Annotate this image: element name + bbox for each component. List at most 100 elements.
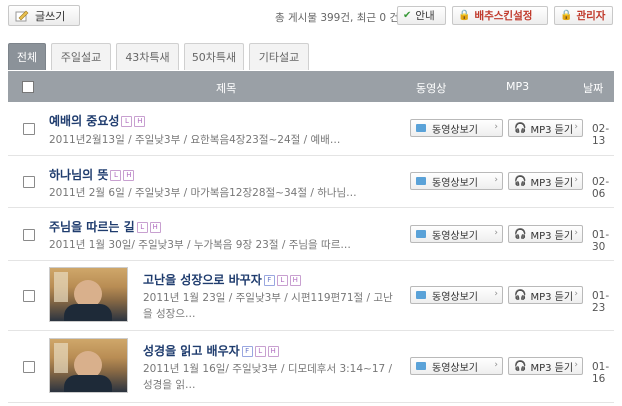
listen-mp3-button[interactable]: 🎧 MP3 듣기 ›	[508, 225, 583, 243]
listen-mp3-label: MP3 듣기	[530, 177, 574, 189]
post-title-link[interactable]: 주님을 따르는 길LH	[49, 218, 161, 235]
post-title-link[interactable]: 고난을 성장으로 바꾸자 F L H	[143, 271, 301, 288]
post-meta: 2011년 2월 6일 / 주일낮3부 / 마가복음12장28절~34절 / 하…	[49, 187, 357, 199]
column-mp3: MP3	[506, 80, 530, 93]
tab-label: 43차특새	[125, 51, 170, 64]
post-meta: 2011년 1월 30일/ 주일낮3부 / 누가복음 9장 23절 / 주님을 …	[49, 239, 351, 251]
admin-button-label: 관리자	[576, 10, 606, 22]
row-checkbox[interactable]	[23, 290, 35, 302]
headphones-icon: 🎧	[514, 289, 527, 301]
post-meta: 2011년2월13일 / 주일낮3부 / 요한복음4장23절~24절 / 예배…	[49, 134, 341, 146]
write-button[interactable]: 글쓰기	[8, 5, 80, 26]
chevron-right-icon: ›	[494, 228, 498, 238]
row-checkbox[interactable]	[23, 361, 35, 373]
tab-all[interactable]: 전체	[8, 43, 46, 70]
post-title: 예배의 중요성	[49, 114, 120, 128]
table-row: 고난을 성장으로 바꾸자 F L H 2011년 1월 23일 / 주일낮3부 / 시…	[8, 261, 614, 331]
post-title-link[interactable]: 하나님의 뜻LH	[49, 166, 135, 183]
tab-label: 주일설교	[60, 51, 102, 64]
post-title-link[interactable]: 성경을 읽고 배우자 F L H	[143, 342, 279, 359]
watch-video-button[interactable]: 동영상보기 ›	[410, 225, 503, 243]
skin-settings-button[interactable]: 🔒 배추스킨설정	[452, 6, 548, 25]
watch-video-button[interactable]: 동영상보기 ›	[410, 172, 503, 190]
headphones-icon: 🎧	[514, 122, 527, 134]
listen-mp3-button[interactable]: 🎧 MP3 듣기 ›	[508, 357, 583, 375]
chevron-right-icon: ›	[494, 360, 498, 370]
watch-video-label: 동영상보기	[432, 291, 478, 303]
table-row: 예배의 중요성 L H 2011년2월13일 / 주일낮3부 / 요한복음4장23절…	[8, 102, 614, 156]
write-button-label: 글쓰기	[35, 9, 66, 23]
badge-f: F	[241, 346, 253, 357]
row-checkbox[interactable]	[23, 123, 35, 135]
chevron-right-icon: ›	[574, 289, 578, 299]
row-checkbox[interactable]	[23, 229, 35, 241]
tab-43rd-special[interactable]: 43차특새	[116, 43, 179, 70]
tab-label: 기타설교	[258, 51, 300, 64]
post-meta-line: 2011년 1월 16일/ 주일낮3부 / 디모데후서 3:14~17 /	[143, 363, 393, 375]
column-video: 동영상	[416, 82, 447, 95]
headphones-icon: 🎧	[514, 175, 527, 187]
tab-sunday-sermon[interactable]: 주일설교	[51, 43, 111, 70]
select-all-checkbox[interactable]	[22, 81, 34, 93]
tv-icon	[416, 230, 426, 238]
tab-label: 50차특새	[191, 51, 237, 64]
badge-h: H	[134, 116, 146, 127]
sermon-thumbnail[interactable]	[49, 267, 128, 322]
toolbar: 글쓰기 총 게시물 399건, 최근 0 건 ✔ 안내 🔒 배추스킨설정 🔒 관…	[0, 0, 622, 32]
post-title-link[interactable]: 예배의 중요성 L H	[49, 112, 146, 129]
post-title: 성경을 읽고 배우자	[143, 344, 240, 358]
badge-l: L	[110, 170, 122, 181]
tab-50th-special[interactable]: 50차특새	[184, 43, 244, 70]
pencil-icon	[15, 10, 29, 22]
badge-h: H	[289, 275, 301, 286]
skin-settings-label: 배추스킨설정	[474, 10, 533, 22]
watch-video-button[interactable]: 동영상보기 ›	[410, 286, 503, 304]
listen-mp3-button[interactable]: 🎧 MP3 듣기 ›	[508, 119, 583, 137]
chevron-right-icon: ›	[574, 228, 578, 238]
row-checkbox[interactable]	[23, 176, 35, 188]
category-tabs: 전체 주일설교 43차특새 50차특새 기타설교	[8, 43, 314, 70]
headphones-icon: 🎧	[514, 228, 527, 240]
tv-icon	[416, 124, 426, 132]
post-date: 01-16	[592, 361, 610, 385]
post-meta-line: 성경을 읽…	[143, 379, 196, 391]
chevron-right-icon: ›	[494, 289, 498, 299]
watch-video-button[interactable]: 동영상보기 ›	[410, 357, 503, 375]
post-meta-line: 2011년 1월 23일 / 주일낮3부 / 시편119편71절 / 고난	[143, 292, 393, 304]
tab-other-sermon[interactable]: 기타설교	[249, 43, 309, 70]
badge-h: H	[149, 222, 161, 233]
sermon-thumbnail[interactable]	[49, 338, 128, 393]
listen-mp3-button[interactable]: 🎧 MP3 듣기 ›	[508, 286, 583, 304]
check-icon: ✔	[403, 10, 412, 21]
chevron-right-icon: ›	[574, 175, 578, 185]
table-row: 주님을 따르는 길LH 2011년 1월 30일/ 주일낮3부 / 누가복음 9…	[8, 208, 614, 261]
post-count: 총 게시물 399건, 최근 0 건	[275, 12, 400, 24]
post-date: 02-13	[592, 123, 610, 147]
post-date: 01-23	[592, 290, 610, 314]
watch-video-label: 동영상보기	[432, 177, 478, 189]
post-title: 하나님의 뜻	[49, 168, 109, 182]
listen-mp3-button[interactable]: 🎧 MP3 듣기 ›	[508, 172, 583, 190]
post-meta-line: 을 성장으…	[143, 308, 196, 320]
table-row: 하나님의 뜻LH 2011년 2월 6일 / 주일낮3부 / 마가복음12장28…	[8, 156, 614, 208]
headphones-icon: 🎧	[514, 360, 527, 372]
badge-h: H	[123, 170, 135, 181]
badge-l: L	[254, 346, 266, 357]
post-title: 고난을 성장으로 바꾸자	[143, 273, 262, 287]
badge-l: L	[276, 275, 288, 286]
post-date: 02-06	[592, 176, 610, 200]
lock-icon: 🔒	[560, 10, 573, 21]
guide-button-label: 안내	[415, 10, 435, 22]
listen-mp3-label: MP3 듣기	[530, 291, 574, 303]
guide-button[interactable]: ✔ 안내	[397, 6, 446, 25]
tv-icon	[416, 362, 426, 370]
chevron-right-icon: ›	[574, 360, 578, 370]
post-date: 01-30	[592, 229, 610, 253]
admin-button[interactable]: 🔒 관리자	[554, 6, 613, 25]
post-title: 주님을 따르는 길	[49, 220, 135, 234]
watch-video-label: 동영상보기	[432, 230, 478, 242]
tab-label: 전체	[16, 51, 38, 64]
listen-mp3-label: MP3 듣기	[530, 362, 574, 374]
watch-video-button[interactable]: 동영상보기 ›	[410, 119, 503, 137]
tv-icon	[416, 291, 426, 299]
